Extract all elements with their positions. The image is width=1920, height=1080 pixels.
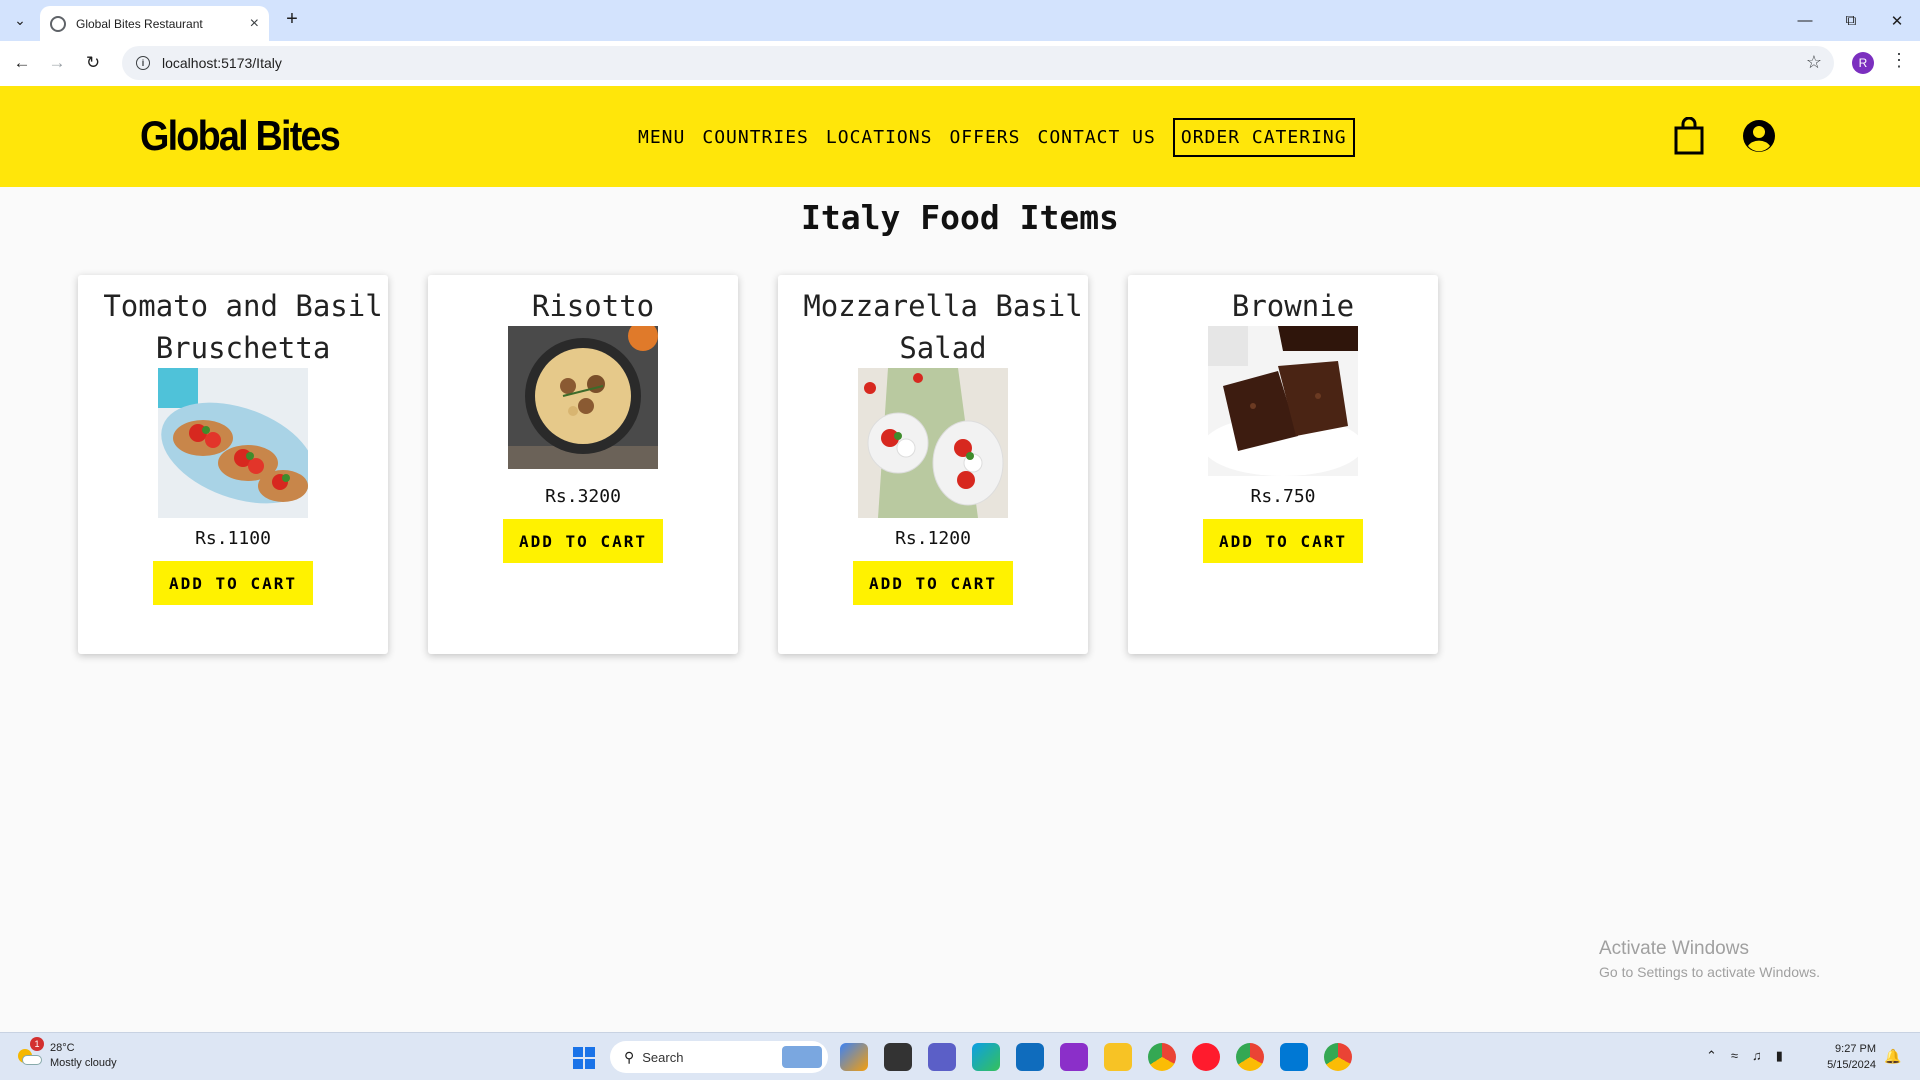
pinned-apps — [840, 1043, 1368, 1071]
nav-locations[interactable]: LOCATIONS — [826, 127, 933, 148]
food-item-name: Risotto — [531, 289, 655, 323]
opera-icon[interactable] — [1192, 1043, 1220, 1071]
search-highlight-icon — [782, 1046, 822, 1068]
add-to-cart-button[interactable]: ADD TO CART — [1203, 519, 1363, 563]
bruschetta-image — [158, 368, 308, 518]
weather-notification-badge: 1 — [30, 1037, 44, 1051]
wifi-icon[interactable]: ≈ — [1731, 1048, 1738, 1064]
taskbar-search[interactable]: ⚲ Search — [610, 1041, 828, 1073]
forward-arrow-icon[interactable]: → — [43, 49, 71, 77]
user-account-icon[interactable] — [1742, 119, 1776, 153]
food-item-name: Tomato and Basil Bruschetta — [103, 289, 383, 365]
food-card: Tomato and Basil Bruschetta Rs.1100 ADD … — [78, 275, 388, 654]
battery-icon[interactable]: ▮ — [1776, 1048, 1783, 1064]
new-tab-plus-icon[interactable]: + — [280, 8, 304, 31]
shopping-bag-icon[interactable] — [1674, 117, 1704, 155]
podcast-app-icon[interactable] — [1060, 1043, 1088, 1071]
add-to-cart-button[interactable]: ADD TO CART — [853, 561, 1013, 605]
tab-title: Global Bites Restaurant — [76, 16, 203, 31]
windows-start-icon[interactable] — [573, 1047, 595, 1069]
activate-windows-watermark: Activate Windows Go to Settings to activ… — [1599, 938, 1820, 980]
back-arrow-icon[interactable]: ← — [8, 49, 36, 77]
chrome-active-icon[interactable] — [1324, 1043, 1352, 1071]
clock-date: 5/15/2024 — [1827, 1059, 1876, 1071]
system-tray: ⌃ ≈ ♫ ▮ — [1706, 1048, 1797, 1064]
nav-menu[interactable]: MENU — [638, 127, 685, 148]
site-info-icon[interactable]: i — [136, 56, 150, 70]
window-controls: — ⧉ ✕ — [1782, 0, 1920, 41]
minimize-icon[interactable]: — — [1782, 0, 1828, 41]
tray-chevron-up-icon[interactable]: ⌃ — [1706, 1048, 1717, 1064]
caprese-salad-image — [858, 368, 1008, 518]
site-header: Global Bites MENU COUNTRIES LOCATIONS OF… — [0, 86, 1920, 187]
food-card: Brownie Rs.750 ADD TO CART — [1128, 275, 1438, 654]
weather-widget[interactable]: 1 28°C Mostly cloudy — [16, 1037, 117, 1071]
restore-icon[interactable]: ⧉ — [1828, 0, 1874, 41]
food-item-name: Mozzarella Basil Salad — [803, 289, 1083, 365]
watermark-title: Activate Windows — [1599, 938, 1749, 959]
mail-icon[interactable] — [1016, 1043, 1044, 1071]
food-item-name: Brownie — [1231, 289, 1355, 323]
risotto-image — [508, 326, 658, 476]
site-logo[interactable]: Global Bites — [140, 112, 341, 160]
clock-time: 9:27 PM — [1835, 1043, 1876, 1055]
browser-tab[interactable]: Global Bites Restaurant × — [40, 6, 269, 41]
food-item-price: Rs.1100 — [195, 528, 271, 549]
main-nav: MENU COUNTRIES LOCATIONS OFFERS CONTACT … — [638, 118, 1355, 157]
notification-bell-icon[interactable]: 🔔 — [1884, 1048, 1901, 1065]
brownie-image — [1208, 326, 1358, 476]
reload-icon[interactable]: ↻ — [79, 49, 107, 77]
tab-search-chevron-icon[interactable]: ⌄ — [8, 8, 32, 32]
nav-order-catering[interactable]: ORDER CATERING — [1172, 118, 1355, 157]
food-card: Mozzarella Basil Salad Rs.1200 ADD TO CA… — [778, 275, 1088, 654]
teams-icon[interactable] — [928, 1043, 956, 1071]
weather-temperature: 28°C — [50, 1042, 75, 1054]
profile-avatar[interactable]: R — [1852, 52, 1874, 74]
nav-offers[interactable]: OFFERS — [949, 127, 1020, 148]
volume-icon[interactable]: ♫ — [1752, 1048, 1762, 1064]
vscode-icon[interactable] — [1280, 1043, 1308, 1071]
add-to-cart-button[interactable]: ADD TO CART — [503, 519, 663, 563]
page-title: Italy Food Items — [801, 198, 1119, 237]
food-item-price: Rs.750 — [1250, 486, 1316, 507]
food-card: Risotto Rs.3200 ADD TO CART — [428, 275, 738, 654]
browser-menu-icon[interactable]: ⋮ — [1890, 50, 1908, 71]
copilot-icon[interactable] — [840, 1043, 868, 1071]
browser-tab-strip: ⌄ Global Bites Restaurant × + — ⧉ ✕ — [0, 0, 1920, 41]
chrome-icon[interactable] — [1148, 1043, 1176, 1071]
watermark-subtitle: Go to Settings to activate Windows. — [1599, 964, 1820, 980]
address-url[interactable]: localhost:5173/Italy — [162, 55, 282, 71]
browser-toolbar: ← → ↻ i localhost:5173/Italy ☆ R ⋮ — [0, 41, 1920, 86]
windows-taskbar: 1 28°C Mostly cloudy ⚲ Search ⌃ ≈ ♫ ▮ 9:… — [0, 1032, 1920, 1080]
search-icon: ⚲ — [624, 1048, 635, 1065]
file-explorer-icon[interactable] — [1104, 1043, 1132, 1071]
task-view-icon[interactable] — [884, 1043, 912, 1071]
food-item-price: Rs.3200 — [545, 486, 621, 507]
bookmark-star-icon[interactable]: ☆ — [1806, 52, 1822, 73]
system-clock[interactable]: 9:27 PM 5/15/2024 — [1816, 1041, 1876, 1073]
close-window-icon[interactable]: ✕ — [1874, 0, 1920, 41]
nav-countries[interactable]: COUNTRIES — [702, 127, 809, 148]
taskbar-search-placeholder: Search — [642, 1049, 684, 1065]
add-to-cart-button[interactable]: ADD TO CART — [153, 561, 313, 605]
nav-contact-us[interactable]: CONTACT US — [1037, 127, 1155, 148]
globe-favicon-icon — [50, 15, 66, 32]
address-bar[interactable]: i localhost:5173/Italy ☆ — [122, 46, 1834, 80]
edge-icon[interactable] — [972, 1043, 1000, 1071]
chrome-profile-icon[interactable] — [1236, 1043, 1264, 1071]
tab-close-icon[interactable]: × — [250, 15, 259, 33]
food-item-price: Rs.1200 — [895, 528, 971, 549]
weather-condition: Mostly cloudy — [50, 1057, 117, 1069]
